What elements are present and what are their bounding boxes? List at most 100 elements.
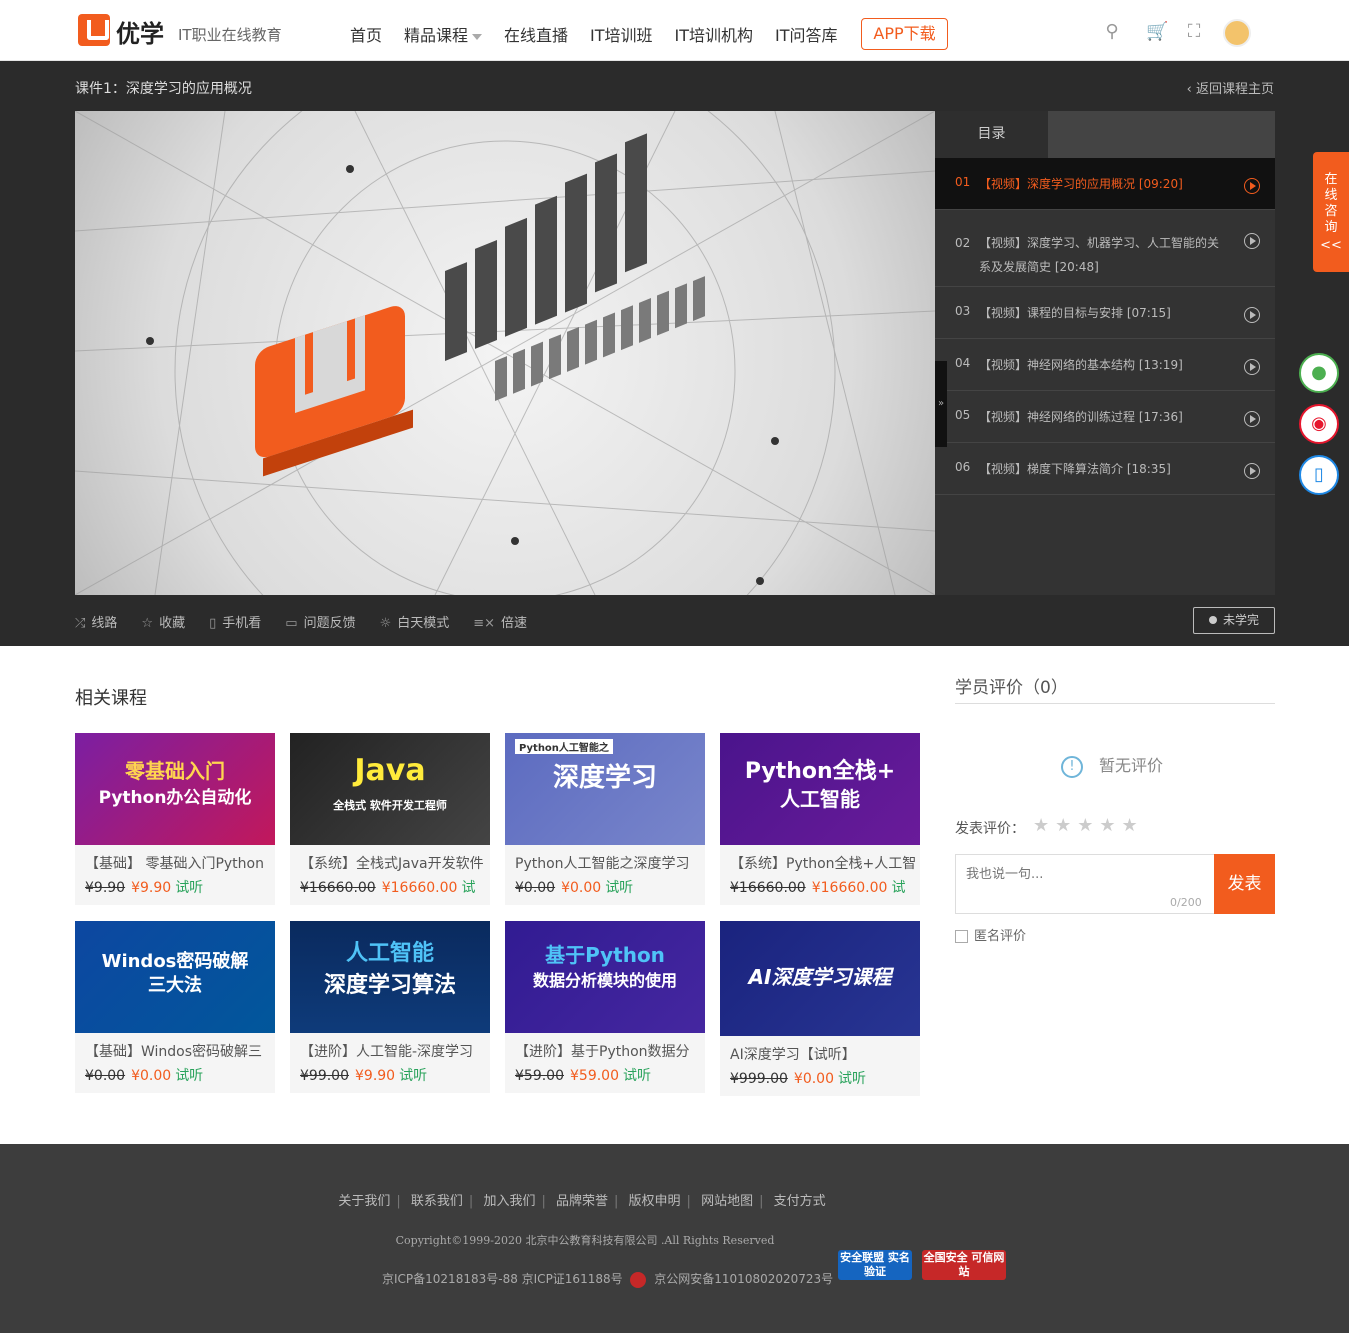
nav-home[interactable]: 首页 (350, 22, 382, 46)
separator: | (686, 1194, 691, 1209)
logo-icon[interactable] (78, 14, 110, 46)
nav-training[interactable]: IT培训班 (590, 22, 653, 46)
new-price: ¥16660.00 (811, 880, 888, 896)
lesson-item[interactable]: 01 【视频】深度学习的应用概况 [09:20] (935, 158, 1275, 210)
course-card[interactable]: Java 全栈式 软件开发工程师 【系统】全栈式Java开发软件 ¥16660.… (290, 733, 490, 905)
thumb-title: Java (354, 753, 426, 788)
new-price: ¥16660.00 (381, 880, 458, 896)
police-record-text[interactable]: 京公网安备11010802020723号 (654, 1272, 833, 1286)
avatar[interactable] (1223, 19, 1251, 47)
course-card[interactable]: Python人工智能之 深度学习 Python人工智能之深度学习 ¥0.00 ¥0… (505, 733, 705, 905)
separator: | (614, 1194, 619, 1209)
submit-review-button[interactable]: 发表 (1214, 854, 1275, 914)
lesson-item[interactable]: 04 【视频】神经网络的基本结构 [13:19] (935, 339, 1275, 391)
day-mode-label: 白天模式 (397, 616, 450, 631)
course-card[interactable]: Python全栈+ 人工智能 【系统】Python全栈+人工智 ¥16660.0… (720, 733, 920, 905)
new-price: ¥9.90 (355, 1068, 396, 1084)
mobile-view-label: 手机看 (222, 616, 262, 631)
play-icon[interactable] (1244, 411, 1260, 427)
cart-icon[interactable]: 🛒 (1146, 22, 1168, 42)
app-download-button[interactable]: APP下载 (861, 18, 948, 50)
course-name: 【进阶】基于Python数据分 (515, 1044, 690, 1060)
lesson-title-text: 【视频】深度学习的应用概况 [09:20] (979, 177, 1183, 191)
course-price: ¥0.00 ¥0.00 试听 (505, 873, 705, 905)
anonymous-toggle[interactable]: 匿名评价 (955, 925, 1026, 944)
course-name: 【基础】 零基础入门Python (85, 856, 264, 872)
feedback-label: 问题反馈 (303, 616, 356, 631)
nav-qa[interactable]: IT问答库 (775, 22, 838, 46)
feedback-button[interactable]: ▭ 问题反馈 (285, 612, 355, 632)
checkbox[interactable] (955, 930, 968, 943)
study-status-button[interactable]: 未学完 (1193, 607, 1275, 634)
site-header: 优学 IT职业在线教育 首页 精品课程 在线直播 IT培训班 IT培训机构 IT… (0, 0, 1349, 61)
weibo-icon[interactable]: ◉ (1299, 404, 1339, 444)
course-price: ¥99.00 ¥9.90 试听 (290, 1061, 490, 1093)
tab-catalog[interactable]: 目录 (935, 111, 1048, 158)
speed-button[interactable]: ≡× 倍速 (473, 612, 527, 632)
course-card[interactable]: Windos密码破解 三大法 【基础】Windos密码破解三 ¥0.00 ¥0.0… (75, 921, 275, 1093)
play-icon[interactable] (1244, 233, 1260, 249)
course-card[interactable]: AI深度学习课程 AI深度学习【试听】 ¥999.00 ¥0.00 试听 (720, 921, 920, 1096)
route-label: 线路 (91, 616, 118, 631)
trial-label: 试听 (399, 1068, 428, 1084)
brand-name[interactable]: 优学 (116, 14, 164, 49)
footer-link-contact[interactable]: 联系我们 (411, 1194, 463, 1209)
new-price: ¥0.00 (561, 880, 602, 896)
lesson-number: 04 (955, 356, 971, 370)
lesson-title: 课件1：深度学习的应用概况 (75, 81, 252, 97)
thumb-title: 基于Python (545, 943, 665, 967)
play-icon[interactable] (1244, 307, 1260, 323)
search-icon[interactable]: ⚲ (1102, 22, 1122, 42)
play-icon[interactable] (1244, 178, 1260, 194)
lesson-item[interactable]: 06 【视频】梯度下降算法简介 [18:35] (935, 443, 1275, 495)
scan-icon[interactable]: ⛶ (1184, 22, 1204, 42)
footer-link-sitemap[interactable]: 网站地图 (701, 1194, 753, 1209)
trusted-site-badge[interactable]: 全国安全 可信网站 (922, 1250, 1006, 1280)
course-card[interactable]: 人工智能 深度学习算法 【进阶】人工智能-深度学习 ¥99.00 ¥9.90 试听 (290, 921, 490, 1093)
nav-institutions[interactable]: IT培训机构 (675, 22, 754, 46)
play-icon[interactable] (1244, 359, 1260, 375)
favorite-label: 收藏 (159, 616, 186, 631)
footer-link-about[interactable]: 关于我们 (338, 1194, 390, 1209)
online-consult-button[interactable]: 在线咨询 << (1313, 152, 1349, 272)
collapse-catalog-handle[interactable]: » (935, 361, 947, 447)
lesson-item[interactable]: 02 【视频】深度学习、机器学习、人工智能的关系及发展简史 [20:48] (935, 210, 1275, 287)
icp-text[interactable]: 京ICP备10218183号-88 京ICP证161188号 (382, 1272, 623, 1286)
favorite-button[interactable]: ☆ 收藏 (141, 612, 185, 632)
old-price: ¥99.00 (300, 1068, 349, 1084)
trial-label: 试听 (838, 1071, 866, 1087)
lesson-item[interactable]: 03 【视频】课程的目标与安排 [07:15] (935, 287, 1275, 339)
nav-courses[interactable]: 精品课程 (404, 22, 483, 46)
course-thumbnail: 零基础入门 Python办公自动化 (75, 733, 275, 845)
security-alliance-badge[interactable]: 安全联盟 实名验证 (838, 1250, 912, 1280)
mobile-view-button[interactable]: ▯ 手机看 (209, 612, 261, 632)
footer-link-payment[interactable]: 支付方式 (774, 1194, 826, 1209)
wechat-icon[interactable]: ● (1299, 353, 1339, 393)
footer-link-honors[interactable]: 品牌荣誉 (556, 1194, 608, 1209)
day-mode-button[interactable]: ☼ 白天模式 (380, 612, 450, 632)
course-card[interactable]: 基于Python 数据分析模块的使用 【进阶】基于Python数据分 ¥59.0… (505, 921, 705, 1093)
new-price: ¥0.00 (131, 1068, 172, 1084)
course-price: ¥0.00 ¥0.00 试听 (75, 1061, 275, 1093)
speed-icon: ≡× (473, 616, 496, 631)
trial-label: 试听 (175, 1068, 204, 1084)
thumb-subtitle: Python人工智能之 (515, 739, 613, 754)
video-player[interactable] (75, 111, 935, 595)
video-frame-illustration (75, 111, 935, 595)
thumb-title: 人工智能 (345, 941, 434, 966)
back-to-course-link[interactable]: ‹ 返回课程主页 (1187, 78, 1274, 97)
footer-link-copyright[interactable]: 版权申明 (629, 1194, 681, 1209)
exclamation-icon: ! (1061, 755, 1083, 778)
nav-live[interactable]: 在线直播 (504, 22, 568, 46)
course-card[interactable]: 零基础入门 Python办公自动化 【基础】 零基础入门Python ¥9.90… (75, 733, 275, 905)
mobile-app-icon[interactable]: ▯ (1299, 455, 1339, 495)
trial-label: 试听 (623, 1068, 651, 1084)
rating-stars[interactable]: ★★★★★ (1033, 815, 1144, 836)
play-icon[interactable] (1244, 463, 1260, 479)
lesson-item[interactable]: 05 【视频】神经网络的训练过程 [17:36] (935, 391, 1275, 443)
route-button[interactable]: ⤮ 线路 (75, 612, 117, 632)
course-thumbnail: 基于Python 数据分析模块的使用 (505, 921, 705, 1033)
thumb-subtitle: Python办公自动化 (98, 788, 252, 808)
course-name: Python人工智能之深度学习 (515, 856, 690, 872)
footer-link-join[interactable]: 加入我们 (483, 1194, 535, 1209)
